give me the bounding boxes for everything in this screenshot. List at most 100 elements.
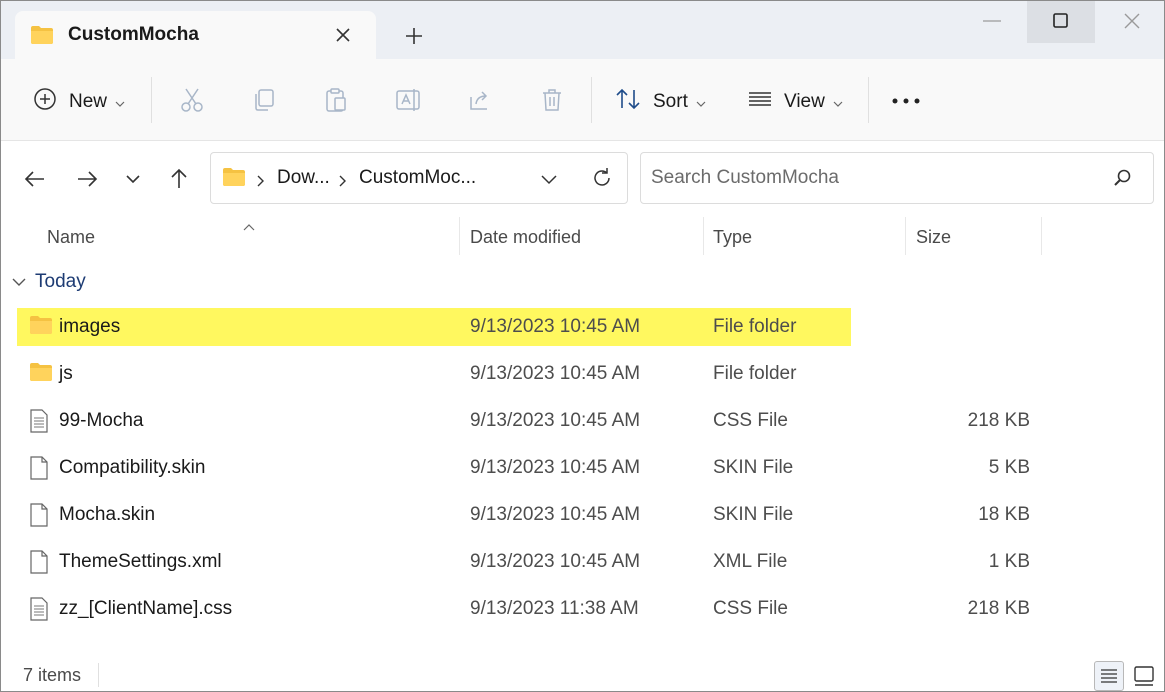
file-type: File folder bbox=[713, 316, 797, 337]
file-row[interactable]: images 9/13/2023 10:45 AM File folder bbox=[17, 308, 851, 346]
details-view-icon[interactable] bbox=[1094, 661, 1124, 691]
toolbar-separator bbox=[591, 77, 592, 123]
refresh-icon[interactable] bbox=[590, 166, 614, 195]
file-type: File folder bbox=[713, 363, 797, 384]
text-file-icon bbox=[29, 409, 49, 438]
chevron-down-icon bbox=[11, 272, 27, 292]
file-type: XML File bbox=[713, 551, 788, 572]
breadcrumb-downloads[interactable]: Dow... bbox=[277, 167, 330, 189]
rename-icon[interactable] bbox=[395, 87, 421, 113]
command-bar: New Sort View bbox=[1, 59, 1164, 141]
file-date-modified: 9/13/2023 10:45 AM bbox=[470, 363, 641, 384]
folder-icon bbox=[29, 362, 53, 387]
column-header-type[interactable]: Type bbox=[704, 217, 904, 257]
new-tab-icon[interactable] bbox=[403, 25, 425, 47]
folder-icon bbox=[30, 25, 54, 50]
search-input[interactable] bbox=[651, 165, 1091, 191]
file-row[interactable]: Mocha.skin 9/13/2023 10:45 AM SKIN File 18 … bbox=[17, 496, 1030, 534]
breadcrumb-custommocha[interactable]: CustomMoc... bbox=[359, 167, 476, 189]
file-size: 5 KB bbox=[988, 457, 1030, 478]
sort-button[interactable]: Sort bbox=[615, 87, 706, 116]
blank-file-icon bbox=[29, 550, 49, 579]
view-button[interactable]: View bbox=[748, 87, 843, 116]
file-row[interactable]: 99-Mocha 9/13/2023 10:45 AM CSS File 218 KB bbox=[17, 402, 1030, 440]
file-name: ThemeSettings.xml bbox=[59, 551, 222, 572]
file-name: js bbox=[59, 363, 73, 384]
forward-icon[interactable] bbox=[75, 167, 99, 191]
tab-title: CustomMocha bbox=[68, 24, 199, 45]
toolbar-separator bbox=[151, 77, 152, 123]
share-icon[interactable] bbox=[467, 87, 493, 113]
view-label: View bbox=[784, 90, 825, 112]
column-header-name-label: Name bbox=[47, 227, 96, 247]
text-file-icon bbox=[29, 597, 49, 626]
breadcrumb-chevron-icon[interactable] bbox=[339, 172, 347, 192]
tiles-view-icon[interactable] bbox=[1129, 661, 1159, 691]
file-date-modified: 9/13/2023 10:45 AM bbox=[470, 410, 641, 431]
file-type: SKIN File bbox=[713, 457, 794, 478]
file-name: Mocha.skin bbox=[59, 504, 156, 525]
file-type: CSS File bbox=[713, 410, 788, 431]
toolbar-separator bbox=[868, 77, 869, 123]
chevron-down-icon bbox=[696, 92, 706, 112]
file-date-modified: 9/13/2023 10:45 AM bbox=[470, 457, 641, 478]
group-label: Today bbox=[35, 271, 86, 292]
minimize-icon[interactable] bbox=[969, 1, 1015, 43]
status-divider bbox=[98, 663, 99, 687]
file-row[interactable]: zz_[ClientName].css 9/13/2023 11:38 AM CSS… bbox=[17, 590, 1030, 628]
new-label: New bbox=[69, 90, 108, 112]
file-date-modified: 9/13/2023 10:45 AM bbox=[470, 504, 641, 525]
add-circle-icon bbox=[33, 87, 57, 116]
up-icon[interactable] bbox=[167, 167, 191, 191]
file-name: images bbox=[59, 316, 121, 337]
file-name: zz_[ClientName].css bbox=[59, 598, 233, 619]
new-button[interactable]: New bbox=[33, 87, 125, 116]
file-type: SKIN File bbox=[713, 504, 794, 525]
more-options-icon[interactable] bbox=[891, 89, 921, 113]
item-count: 7 items bbox=[23, 665, 82, 685]
column-divider[interactable] bbox=[1041, 217, 1042, 255]
column-header-date-label: Date modified bbox=[470, 227, 582, 247]
column-header-date-modified[interactable]: Date modified bbox=[460, 217, 703, 257]
view-list-icon bbox=[748, 87, 772, 116]
delete-icon[interactable] bbox=[539, 87, 565, 113]
file-size: 18 KB bbox=[978, 504, 1030, 525]
maximize-icon[interactable] bbox=[1027, 1, 1095, 43]
sort-icon bbox=[615, 87, 641, 116]
file-size: 1 KB bbox=[988, 551, 1030, 572]
file-row[interactable]: ThemeSettings.xml 9/13/2023 10:45 AM XML F… bbox=[17, 543, 1030, 581]
search-icon[interactable] bbox=[1113, 168, 1133, 193]
column-header-type-label: Type bbox=[713, 227, 753, 247]
paste-icon[interactable] bbox=[323, 87, 349, 113]
sort-label: Sort bbox=[653, 90, 688, 112]
file-type: CSS File bbox=[713, 598, 788, 619]
copy-icon[interactable] bbox=[251, 87, 277, 113]
file-row[interactable]: js 9/13/2023 10:45 AM File folder bbox=[17, 355, 851, 393]
close-window-icon[interactable] bbox=[1107, 1, 1157, 43]
file-name: Compatibility.skin bbox=[59, 457, 206, 478]
back-icon[interactable] bbox=[23, 167, 47, 191]
close-tab-icon[interactable] bbox=[333, 25, 353, 45]
breadcrumb-chevron-icon[interactable] bbox=[257, 172, 265, 192]
file-date-modified: 9/13/2023 10:45 AM bbox=[470, 316, 641, 337]
recent-locations-chevron-icon[interactable] bbox=[121, 167, 145, 191]
tab-custommocha[interactable]: CustomMocha bbox=[15, 11, 376, 59]
blank-file-icon bbox=[29, 503, 49, 532]
file-date-modified: 9/13/2023 10:45 AM bbox=[470, 551, 641, 572]
search-box[interactable] bbox=[640, 152, 1154, 204]
blank-file-icon bbox=[29, 456, 49, 485]
navigation-row: Dow... CustomMoc... bbox=[1, 141, 1164, 217]
column-header-name[interactable]: Name bbox=[31, 217, 459, 257]
file-row[interactable]: Compatibility.skin 9/13/2023 10:45 AM SKIN… bbox=[17, 449, 1030, 487]
cut-icon[interactable] bbox=[179, 87, 205, 113]
address-history-chevron-icon[interactable] bbox=[540, 171, 558, 191]
column-header-size[interactable]: Size bbox=[906, 217, 1041, 257]
title-bar: CustomMocha bbox=[1, 1, 1164, 59]
chevron-down-icon bbox=[833, 92, 843, 112]
column-header-size-label: Size bbox=[916, 227, 952, 247]
folder-icon bbox=[222, 167, 246, 192]
folder-icon bbox=[29, 315, 53, 340]
file-size: 218 KB bbox=[967, 598, 1030, 619]
address-bar[interactable]: Dow... CustomMoc... bbox=[210, 152, 628, 204]
group-header-today[interactable]: Today bbox=[11, 271, 86, 293]
